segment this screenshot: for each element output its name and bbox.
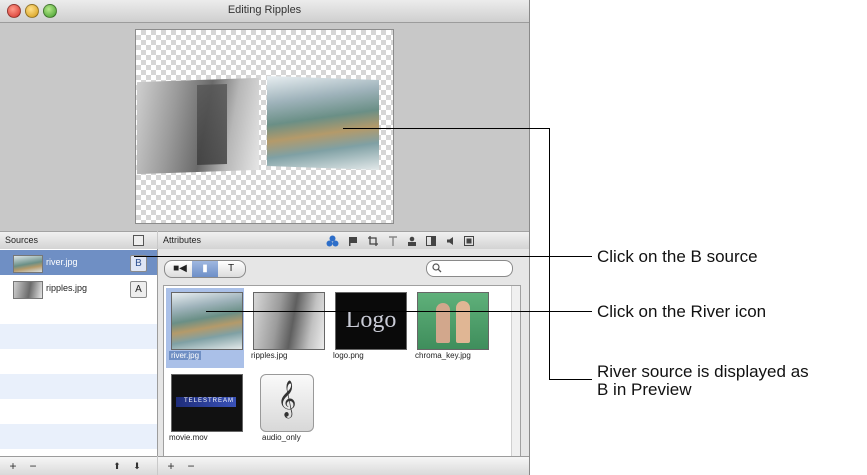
media-item-label: movie.mov	[169, 433, 208, 442]
media-item-label: audio_only	[262, 433, 301, 442]
source-label: river.jpg	[46, 257, 78, 267]
search-icon	[432, 263, 442, 273]
callout-line-preview-vertical	[549, 128, 550, 380]
callout-preview-line2: B in Preview	[597, 380, 692, 399]
remove-media-button[interactable]: −	[182, 459, 200, 473]
fit-icon[interactable]	[464, 236, 474, 246]
audio-icon[interactable]: 𝄞	[260, 374, 314, 432]
sources-header-label: Sources	[5, 235, 39, 245]
source-row-river[interactable]: river.jpg B	[0, 250, 157, 275]
callout-b-source: Click on the B source	[597, 247, 758, 266]
logo-icon[interactable]: Logo	[335, 292, 407, 350]
app-window: Editing Ripples Sources Attributes river…	[0, 0, 530, 475]
attributes-toolbar: + −	[158, 456, 529, 475]
sources-view-icon[interactable]	[133, 235, 144, 246]
river-icon[interactable]	[171, 292, 243, 350]
chroma-key-icon[interactable]	[417, 292, 489, 350]
source-b-image	[267, 76, 379, 170]
media-item-movie[interactable]: TELESTREAM movie.mov	[166, 370, 244, 450]
movie-icon[interactable]: TELESTREAM	[171, 374, 243, 432]
media-item-label: chroma_key.jpg	[415, 351, 471, 360]
source-label: ripples.jpg	[46, 283, 88, 293]
sources-toolbar: + − ⬆ ⬇	[0, 456, 157, 475]
media-item-logo[interactable]: Logo logo.png	[330, 288, 408, 368]
media-item-label: ripples.jpg	[251, 351, 288, 360]
preview-canvas	[135, 29, 394, 224]
remove-source-button[interactable]: −	[24, 459, 42, 473]
search-field[interactable]	[426, 260, 513, 277]
media-item-river[interactable]: river.jpg	[166, 288, 244, 368]
text-icon[interactable]	[388, 236, 398, 246]
sources-header: Sources	[0, 231, 157, 250]
move-down-button[interactable]: ⬇	[128, 459, 146, 473]
sources-list: river.jpg B ripples.jpg A	[0, 249, 158, 456]
source-a-image	[137, 77, 259, 175]
source-tag-a[interactable]: A	[130, 281, 147, 298]
callout-line-river-icon	[206, 311, 592, 312]
tab-video[interactable]: ■◀	[167, 261, 193, 277]
river-thumbnail	[13, 255, 43, 273]
add-source-button[interactable]: +	[4, 459, 22, 473]
media-item-ripples[interactable]: ripples.jpg	[248, 288, 326, 368]
ripples-icon[interactable]	[253, 292, 325, 350]
attributes-pane: ■◀ ▮ T river.jpg ripples.jpg Logo logo.p…	[158, 249, 529, 457]
layers-icon[interactable]	[326, 235, 339, 247]
callout-line-preview-bottom	[549, 379, 592, 380]
attributes-header-label: Attributes	[163, 235, 202, 245]
treble-clef-icon: 𝄞	[277, 379, 297, 417]
media-item-label: logo.png	[333, 351, 364, 360]
callout-preview-line1: River source is displayed as	[597, 362, 809, 381]
preview-area	[0, 23, 529, 231]
media-item-chroma-key[interactable]: chroma_key.jpg	[412, 288, 490, 368]
callout-line-preview-top	[343, 128, 549, 129]
split-icon[interactable]	[426, 236, 436, 246]
ripples-thumbnail	[13, 281, 43, 299]
source-tag-b[interactable]: B	[130, 255, 147, 272]
callout-river-icon: Click on the River icon	[597, 302, 767, 321]
add-media-button[interactable]: +	[162, 459, 180, 473]
crop-icon[interactable]	[368, 236, 378, 246]
media-item-audio[interactable]: 𝄞 audio_only	[248, 370, 326, 450]
movie-logo-text: TELESTREAM	[184, 398, 235, 404]
move-up-button[interactable]: ⬆	[108, 459, 126, 473]
attributes-header: Attributes	[158, 231, 529, 250]
tab-text[interactable]: T	[218, 261, 244, 277]
flag-icon[interactable]	[348, 236, 358, 246]
source-row-ripples[interactable]: ripples.jpg A	[0, 276, 157, 301]
person-icon[interactable]	[407, 236, 417, 246]
tab-images[interactable]: ▮	[192, 261, 218, 277]
media-item-label: river.jpg	[169, 351, 202, 360]
title-bar: Editing Ripples	[0, 0, 529, 23]
speaker-icon[interactable]	[446, 236, 456, 246]
callout-line-b-source	[134, 256, 592, 257]
media-type-filter[interactable]: ■◀ ▮ T	[164, 260, 246, 278]
window-title: Editing Ripples	[227, 4, 302, 16]
